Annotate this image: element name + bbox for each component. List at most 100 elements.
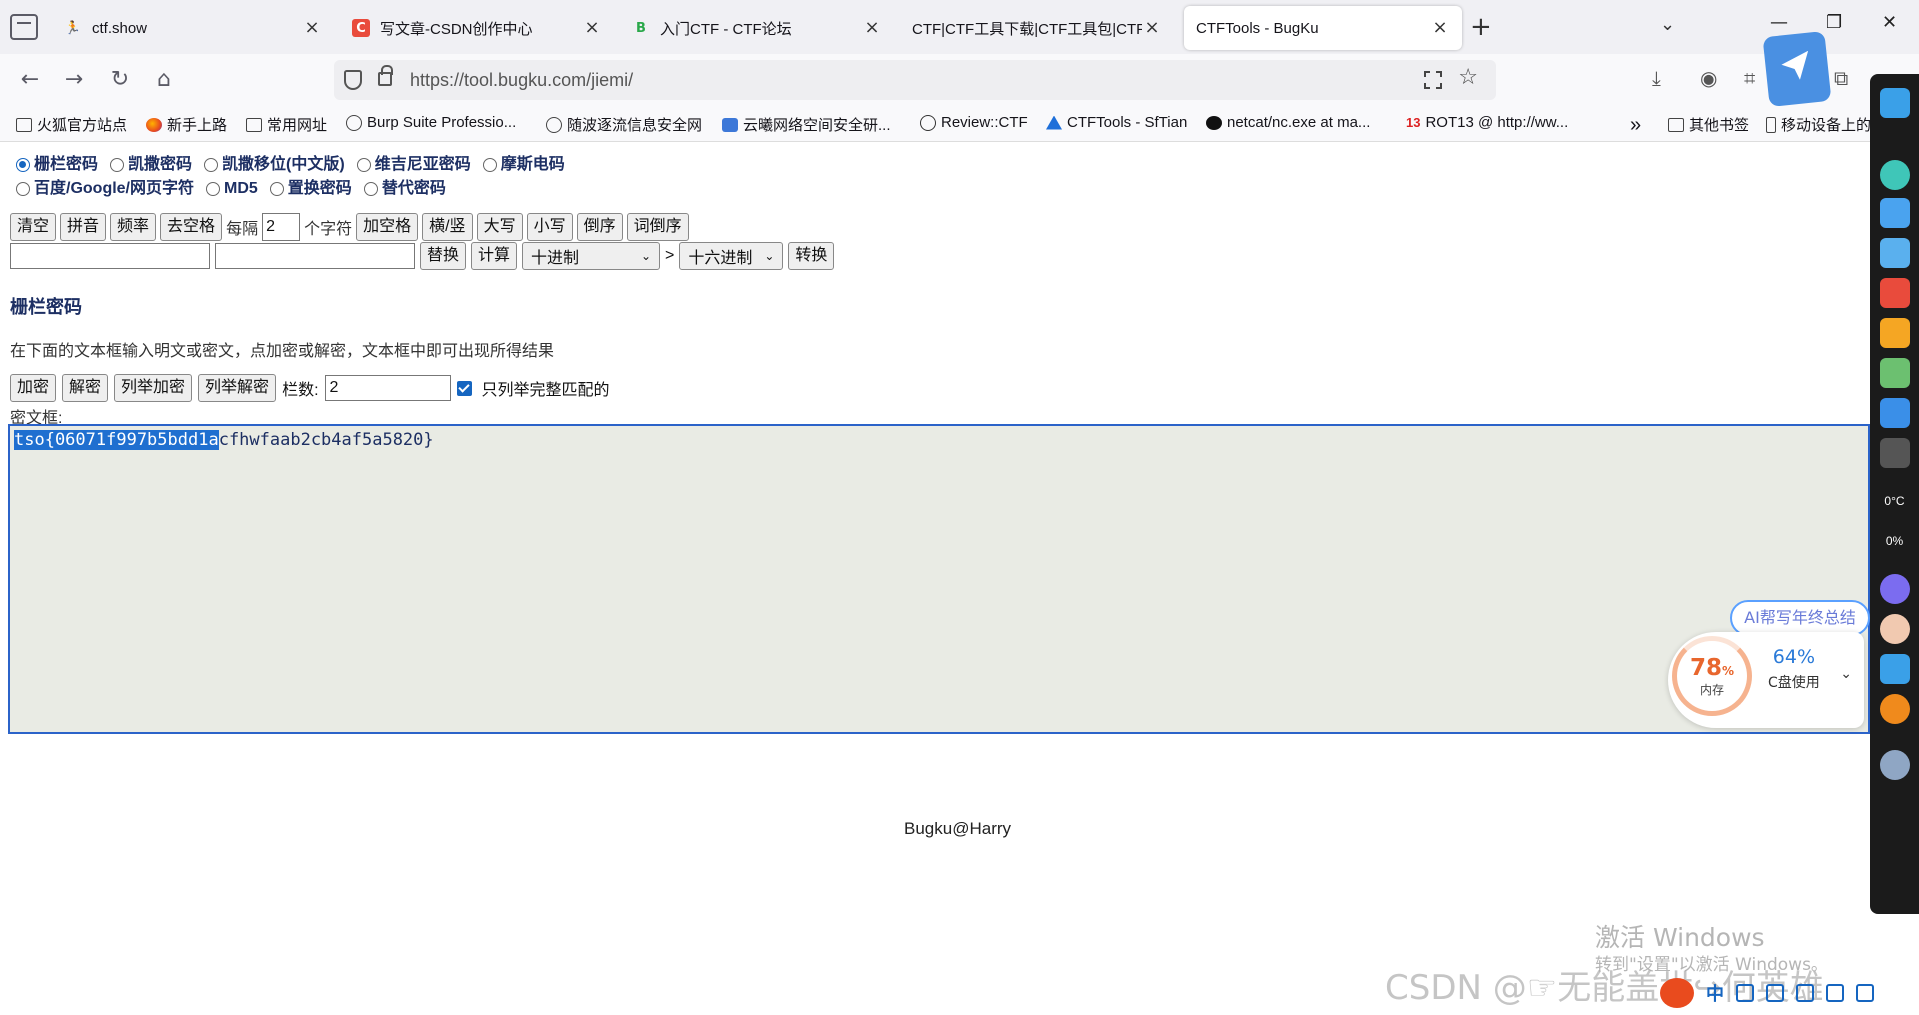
skin-icon[interactable] xyxy=(1826,984,1844,1002)
other-bookmarks[interactable]: 其他书签 xyxy=(1668,114,1749,135)
word-reverse-button[interactable]: 词倒序 xyxy=(626,213,689,241)
encrypt-button[interactable]: 加密 xyxy=(10,374,57,402)
keyboard-icon[interactable] xyxy=(1796,984,1814,1002)
enum-decrypt-button[interactable]: 列举解密 xyxy=(198,374,277,402)
radio-md5[interactable]: MD5 xyxy=(206,177,258,201)
radio-web-chars[interactable]: 百度/Google/网页字符 xyxy=(16,177,194,201)
decrypt-button[interactable]: 解密 xyxy=(62,374,109,402)
tab-csdn[interactable]: C 写文章-CSDN创作中心 × xyxy=(340,6,614,50)
pinyin-button[interactable]: 拼音 xyxy=(60,213,107,241)
back-icon[interactable]: ← xyxy=(16,66,44,94)
chevron-down-icon[interactable]: ⌄ xyxy=(1840,666,1852,682)
clear-button[interactable]: 清空 xyxy=(10,213,57,241)
replace-input[interactable] xyxy=(215,243,415,269)
new-tab-button[interactable]: + xyxy=(1470,12,1492,42)
bookmark-item[interactable]: netcat/nc.exe at ma... xyxy=(1206,114,1370,131)
mobile-bookmarks[interactable]: 移动设备上的 xyxy=(1766,114,1871,135)
tab-ctf-tools[interactable]: CTF|CTF工具下载|CTF工具包|CTF教 × xyxy=(900,6,1174,50)
close-icon[interactable]: × xyxy=(1142,18,1162,38)
shield-icon[interactable] xyxy=(344,70,362,90)
radio-button[interactable] xyxy=(204,158,219,172)
every-input[interactable]: 2 xyxy=(262,213,301,241)
cipher-textarea[interactable]: tso{06071f997b5bdd1acfhwfaab2cb4af5a5820… xyxy=(8,424,1870,734)
tab-bugku[interactable]: CTFTools - BugKu × xyxy=(1184,6,1462,50)
download-icon[interactable]: ⤓ xyxy=(1652,66,1661,90)
punctuation-icon[interactable] xyxy=(1736,984,1754,1002)
cipher-text[interactable]: tso{06071f997b5bdd1acfhwfaab2cb4af5a5820… xyxy=(14,430,434,450)
qr-code-icon[interactable] xyxy=(1424,71,1442,89)
bird-logo-icon[interactable] xyxy=(1762,30,1832,108)
forward-icon[interactable]: → xyxy=(60,66,88,94)
tab-list-icon[interactable] xyxy=(10,14,38,40)
uppercase-button[interactable]: 大写 xyxy=(476,213,523,241)
only-complete-checkbox[interactable] xyxy=(456,380,472,396)
ai-summary-button[interactable]: AI帮写年终总结 xyxy=(1730,600,1870,636)
close-icon[interactable]: × xyxy=(582,18,602,38)
to-base-select[interactable]: 十六进制 ⌄ xyxy=(679,242,784,270)
more-icon[interactable] xyxy=(1880,438,1910,468)
columns-input[interactable]: 2 xyxy=(324,375,451,401)
convert-button[interactable]: 转换 xyxy=(788,242,835,270)
tab-ctfshow[interactable]: 🏃 ctf.show × xyxy=(52,6,334,50)
lock-icon[interactable] xyxy=(378,65,393,86)
radio-button[interactable] xyxy=(482,158,497,172)
crop-icon[interactable]: ⌗ xyxy=(1744,66,1755,90)
close-icon[interactable]: × xyxy=(302,18,322,38)
horizontal-vertical-button[interactable]: 横/竖 xyxy=(422,213,473,241)
screen-icon[interactable] xyxy=(1880,654,1910,684)
bookmark-item[interactable]: 火狐官方站点 xyxy=(16,114,127,135)
bookmark-item[interactable]: 云曦网络空间安全研... xyxy=(722,114,891,135)
radio-transposition[interactable]: 置换密码 xyxy=(269,177,352,201)
radio-rail-fence[interactable]: 栅栏密码 xyxy=(16,153,98,177)
radio-button[interactable] xyxy=(269,182,284,196)
microphone-icon[interactable] xyxy=(1766,984,1784,1002)
bookmark-item[interactable]: Burp Suite Professio... xyxy=(346,114,516,131)
minimize-icon[interactable]: — xyxy=(1770,12,1788,33)
radio-button[interactable] xyxy=(363,182,378,196)
search-icon[interactable] xyxy=(1880,694,1910,724)
monitor-icon[interactable] xyxy=(1880,88,1910,118)
notes-icon[interactable] xyxy=(1880,238,1910,268)
close-icon[interactable]: × xyxy=(862,18,882,38)
chevron-down-icon[interactable]: ⌄ xyxy=(1660,14,1675,35)
radio-vigenere[interactable]: 维吉尼亚密码 xyxy=(356,153,471,177)
bookmark-item[interactable]: 新手上路 xyxy=(146,114,227,135)
tab-forum[interactable]: B 入门CTF - CTF论坛 × xyxy=(620,6,894,50)
bookmark-item[interactable]: 随波逐流信息安全网 xyxy=(546,114,702,135)
bookmark-item[interactable]: CTFTools - SfTian xyxy=(1046,114,1187,131)
remove-spaces-button[interactable]: 去空格 xyxy=(160,213,223,241)
close-icon[interactable]: × xyxy=(1430,18,1450,38)
video-icon[interactable] xyxy=(1880,398,1910,428)
user-icon[interactable] xyxy=(1880,160,1910,190)
archive-icon[interactable] xyxy=(1880,278,1910,308)
folder-app-icon[interactable] xyxy=(1880,318,1910,348)
bookmark-item[interactable]: 常用网址 xyxy=(246,114,327,135)
lowercase-button[interactable]: 小写 xyxy=(526,213,573,241)
home-icon[interactable]: ⌂ xyxy=(150,66,178,94)
star-icon[interactable]: ☆ xyxy=(1458,65,1478,90)
sogou-ime-icon[interactable] xyxy=(1660,978,1694,1008)
radio-button[interactable] xyxy=(16,182,30,196)
bookmarks-overflow-button[interactable]: » xyxy=(1630,114,1641,137)
toolbox-icon[interactable] xyxy=(1856,984,1874,1002)
ime-mode[interactable]: 中 xyxy=(1706,980,1724,1006)
find-input[interactable] xyxy=(10,243,210,269)
frequency-button[interactable]: 频率 xyxy=(110,213,157,241)
reload-icon[interactable]: ↻ xyxy=(106,66,134,94)
radio-button[interactable] xyxy=(206,182,221,196)
avatar[interactable] xyxy=(1880,614,1910,644)
reverse-button[interactable]: 倒序 xyxy=(576,213,623,241)
radio-substitution[interactable]: 替代密码 xyxy=(363,177,446,201)
radio-morse[interactable]: 摩斯电码 xyxy=(482,153,565,177)
radio-button[interactable] xyxy=(16,158,30,172)
bookmark-item[interactable]: Review::CTF xyxy=(920,114,1028,131)
radio-button[interactable] xyxy=(110,158,125,172)
add-spaces-button[interactable]: 加空格 xyxy=(356,213,419,241)
gear-icon[interactable] xyxy=(1880,750,1910,780)
replace-button[interactable]: 替换 xyxy=(420,242,467,270)
from-base-select[interactable]: 十进制 ⌄ xyxy=(522,242,661,270)
extensions-icon[interactable]: ⧉ xyxy=(1834,66,1848,90)
radio-button[interactable] xyxy=(356,158,371,172)
image-icon[interactable] xyxy=(1880,358,1910,388)
share-icon[interactable] xyxy=(1880,198,1910,228)
